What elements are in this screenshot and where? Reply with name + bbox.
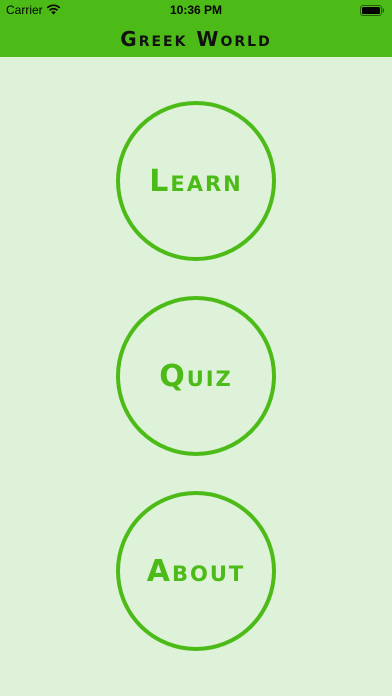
about-button[interactable]: About	[116, 491, 276, 651]
battery-icon	[360, 5, 384, 16]
about-button-label: About	[146, 553, 246, 589]
learn-button-label: Learn	[149, 163, 243, 199]
quiz-button-label: Quiz	[159, 358, 233, 394]
status-time: 10:36 PM	[169, 3, 223, 17]
quiz-button[interactable]: Quiz	[116, 296, 276, 456]
page-title: Greek World	[120, 27, 272, 51]
navigation-bar: Carrier 10:36 PM Greek World	[0, 0, 392, 57]
status-bar: Carrier 10:36 PM	[0, 0, 392, 20]
learn-button[interactable]: Learn	[116, 101, 276, 261]
